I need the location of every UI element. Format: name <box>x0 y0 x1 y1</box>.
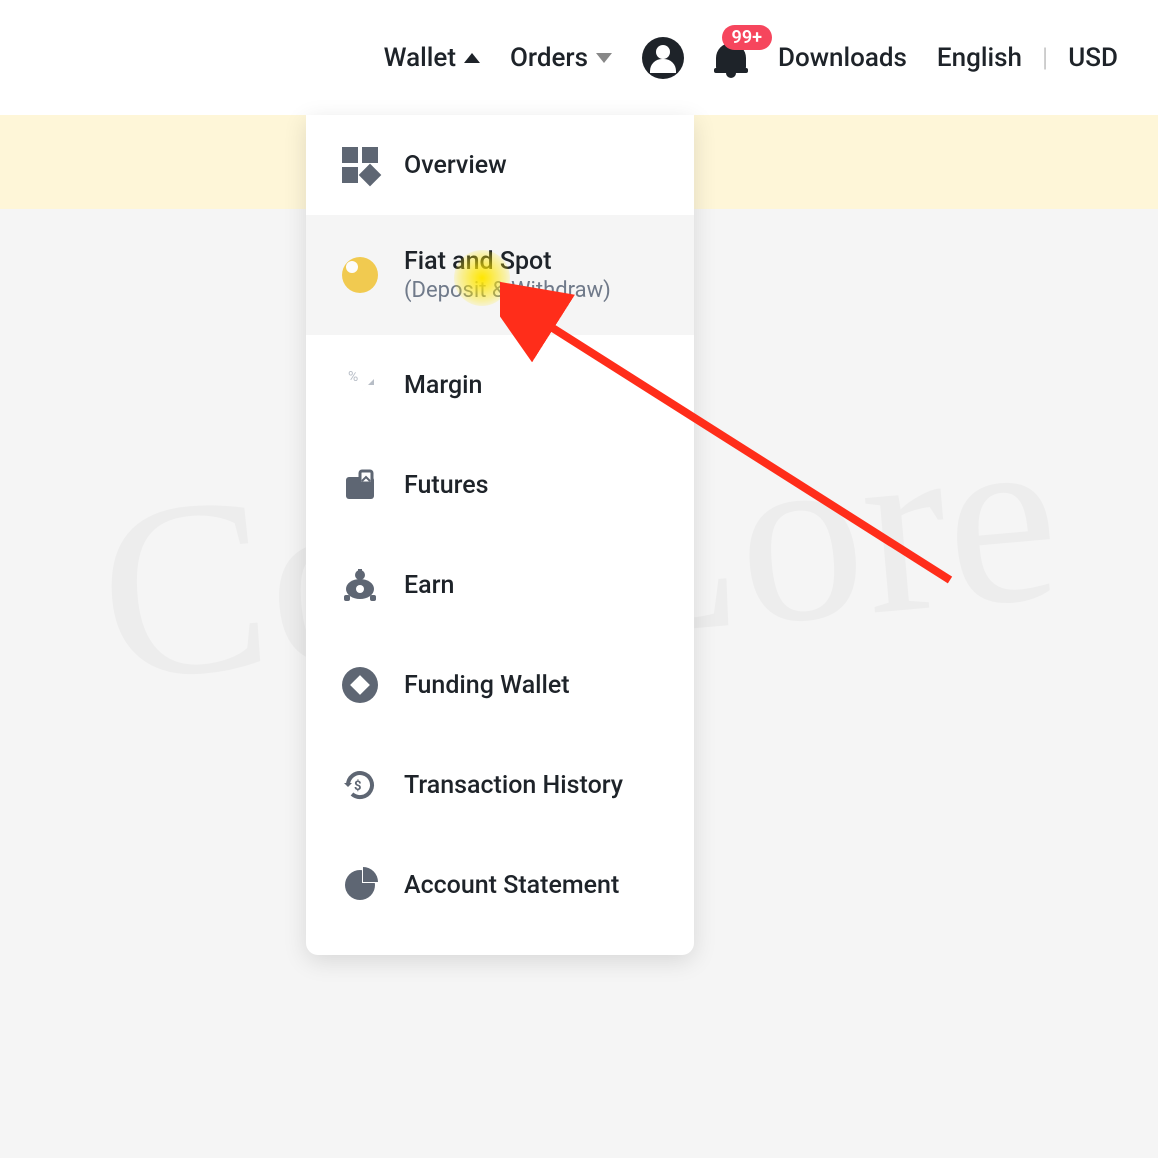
futures-label: Futures <box>404 471 489 500</box>
downloads-nav[interactable]: Downloads <box>778 43 907 73</box>
futures-icon <box>342 467 378 503</box>
overview-label: Overview <box>404 151 507 180</box>
dropdown-item-fiat-spot[interactable]: Fiat and Spot (Deposit & Withdraw) <box>306 215 694 335</box>
separator: | <box>1042 43 1048 73</box>
dropdown-item-transaction-history[interactable]: $ Transaction History <box>306 735 694 835</box>
wallet-label: Wallet <box>384 43 456 73</box>
margin-label: Margin <box>404 371 482 400</box>
user-profile-icon[interactable] <box>642 37 684 79</box>
dropdown-item-funding[interactable]: Funding Wallet <box>306 635 694 735</box>
currency-nav[interactable]: USD <box>1068 43 1118 73</box>
wallet-nav[interactable]: Wallet <box>384 43 480 73</box>
earn-icon <box>342 567 378 603</box>
top-header: Wallet Orders 99+ Downloads English | US… <box>0 0 1158 115</box>
fiat-spot-sublabel: (Deposit & Withdraw) <box>404 278 611 303</box>
funding-label: Funding Wallet <box>404 671 570 700</box>
margin-icon: % <box>342 367 378 403</box>
fiat-spot-label: Fiat and Spot <box>404 247 611 276</box>
currency-label: USD <box>1068 43 1118 73</box>
history-label: Transaction History <box>404 771 623 800</box>
orders-label: Orders <box>510 43 588 73</box>
downloads-label: Downloads <box>778 43 907 73</box>
dropdown-item-earn[interactable]: Earn <box>306 535 694 635</box>
transaction-history-icon: $ <box>342 767 378 803</box>
account-statement-icon <box>342 867 378 903</box>
dropdown-item-margin[interactable]: % Margin <box>306 335 694 435</box>
svg-text:$: $ <box>354 779 361 794</box>
notifications-button[interactable]: 99+ <box>714 39 748 77</box>
overview-icon <box>342 147 378 183</box>
orders-nav[interactable]: Orders <box>510 43 612 73</box>
caret-up-icon <box>464 53 480 63</box>
earn-label: Earn <box>404 571 454 600</box>
language-label: English <box>937 43 1022 73</box>
caret-down-icon <box>596 53 612 63</box>
dropdown-item-futures[interactable]: Futures <box>306 435 694 535</box>
notification-badge: 99+ <box>722 25 772 50</box>
dropdown-item-account-statement[interactable]: Account Statement <box>306 835 694 935</box>
language-nav[interactable]: English <box>937 43 1022 73</box>
statement-label: Account Statement <box>404 871 619 900</box>
wallet-dropdown: Overview Fiat and Spot (Deposit & Withdr… <box>306 115 694 955</box>
svg-text:%: % <box>348 369 358 385</box>
fiat-spot-icon <box>342 257 378 293</box>
funding-wallet-icon <box>342 667 378 703</box>
dropdown-item-overview[interactable]: Overview <box>306 115 694 215</box>
